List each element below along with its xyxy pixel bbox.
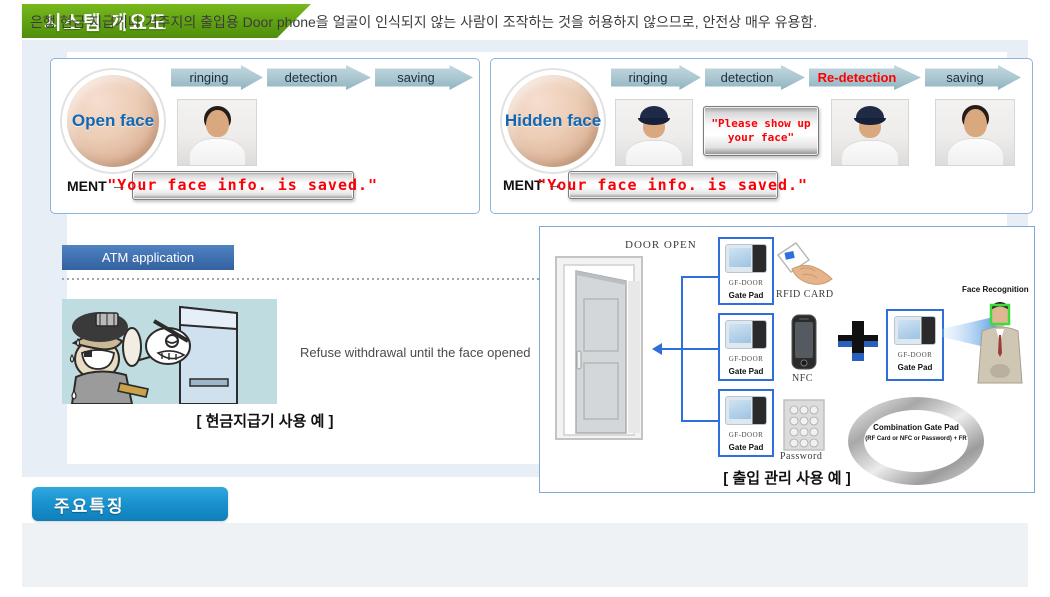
ment-row-hidden: MENT → "Your face info. is saved."	[503, 171, 807, 199]
atm-caption: [ 현금지급기 사용 예 ]	[196, 413, 334, 430]
rfid-card-label: RFID CARD	[776, 289, 834, 300]
face-recognition-label: Face Recognition	[962, 285, 1029, 294]
gate-pad-model: GF-DOOR	[728, 431, 764, 439]
gate-pad-screen	[898, 320, 920, 339]
flow-step-re-detection: Re-detection	[809, 65, 921, 90]
gate-pad-model: GF-DOOR	[897, 351, 933, 359]
led-message: "Your face info. is saved."	[537, 175, 809, 194]
gate-pad-screen	[729, 248, 751, 267]
gate-pad-device-icon	[725, 244, 767, 273]
gate-pad-1: GF-DOOR Gate Pad	[718, 237, 774, 305]
gate-pad-device-icon	[894, 316, 936, 345]
rfid-card-icon	[776, 242, 833, 285]
gate-pad-device-icon	[725, 396, 767, 425]
gate-pad-3: GF-DOOR Gate Pad	[718, 389, 774, 457]
flow-panel-hidden-face: Hidden face ringing detection Re-detecti…	[490, 58, 1033, 214]
gate-pad-name: Gate Pad	[728, 291, 764, 300]
combination-ring-subtitle: (RF Card or NFC or Password) + FR	[865, 436, 967, 442]
badge-hidden-face-label: Hidden face	[504, 111, 602, 130]
combination-ring-text: Combination Gate Pad (RF Card or NFC or …	[846, 423, 986, 442]
flow-step-label: ringing	[628, 70, 668, 85]
gate-pad-device-icon	[725, 320, 767, 349]
atm-illustration	[62, 299, 277, 404]
led-display-open: "Your face info. is saved."	[107, 171, 377, 200]
gate-pad-name: Gate Pad	[897, 363, 933, 372]
led-display-hidden: "Your face info. is saved."	[537, 171, 807, 199]
led-message: "Your face info. is saved."	[107, 176, 379, 195]
photo-open-face	[177, 99, 257, 166]
badge-open-face: Open face	[67, 75, 159, 167]
gate-pad-screen	[729, 400, 751, 419]
badge-open-face-label: Open face	[71, 111, 155, 130]
led-display-prompt: "Please show up your face"	[703, 106, 819, 156]
nfc-label: NFC	[792, 373, 813, 384]
feature-description: 은행 현금 지급기나 거주지의 출입용 Door phone을 얼굴이 인식되지…	[30, 14, 818, 30]
access-control-panel: DOOR OPEN GF-DOOR Gate Pad GF-DOOR Gate	[539, 226, 1035, 493]
flow-step-label: Re-detection	[817, 70, 897, 85]
ment-label: MENT	[67, 177, 107, 194]
ment-row-open: MENT → "Your face info. is saved."	[67, 171, 377, 200]
gate-pad-name: Gate Pad	[728, 367, 764, 376]
access-control-caption: [ 출입 관리 사용 예 ]	[723, 470, 851, 487]
gate-pad-combination: GF-DOOR Gate Pad	[886, 309, 944, 381]
flow-step-saving: saving	[375, 65, 473, 90]
photo-shading	[616, 100, 692, 165]
flow-step-label: ringing	[189, 70, 229, 85]
badge-hidden-face: Hidden face	[504, 75, 602, 167]
atm-application-chip: ATM application	[62, 245, 234, 270]
flow-step-label: detection	[284, 70, 338, 85]
led-prompt-line-1: "Please show up	[711, 117, 811, 131]
photo-hidden-face-capped-1	[615, 99, 693, 166]
nfc-phone-icon	[791, 314, 817, 370]
plus-icon	[838, 321, 878, 361]
slide-root: 시스템 개요도 Open face ringing detection savi…	[0, 0, 1050, 597]
flow-step-detection: detection	[705, 65, 805, 90]
photo-shading	[832, 100, 908, 165]
photo-hidden-face-revealed	[935, 99, 1015, 166]
password-label: Password	[780, 451, 823, 462]
gate-pad-name: Gate Pad	[728, 443, 764, 452]
flow-step-label: detection	[720, 70, 774, 85]
flow-step-label: saving	[397, 70, 435, 85]
door-icon	[555, 256, 643, 440]
atm-note: Refuse withdrawal until the face opened	[300, 345, 531, 360]
person-icon	[977, 302, 1023, 384]
section-banner-feature: 주요특징	[32, 487, 228, 521]
flow-step-ringing: ringing	[171, 65, 263, 90]
atm-scene-icon	[62, 299, 277, 404]
flow-panel-open-face: Open face ringing detection saving MENT …	[50, 58, 480, 214]
combination-ring-title: Combination Gate Pad	[873, 423, 959, 432]
flow-step-ringing: ringing	[611, 65, 701, 90]
led-prompt-line-2: your face"	[727, 131, 795, 144]
flow-step-saving: saving	[925, 65, 1021, 90]
flow-step-label: saving	[946, 70, 984, 85]
gate-pad-screen	[729, 324, 751, 343]
door-open-label: DOOR OPEN	[625, 239, 697, 251]
photo-hidden-face-capped-2	[831, 99, 909, 166]
feature-body-card	[22, 521, 1028, 587]
photo-shading	[936, 100, 1014, 165]
password-keypad-icon	[783, 399, 825, 451]
atm-application-label: ATM application	[101, 250, 195, 265]
gate-pad-model: GF-DOOR	[728, 279, 764, 287]
flow-step-detection: detection	[267, 65, 371, 90]
gate-pad-2: GF-DOOR Gate Pad	[718, 313, 774, 381]
gate-pad-model: GF-DOOR	[728, 355, 764, 363]
feature-banner-title: 주요특징	[54, 496, 125, 516]
photo-shading	[178, 100, 256, 165]
